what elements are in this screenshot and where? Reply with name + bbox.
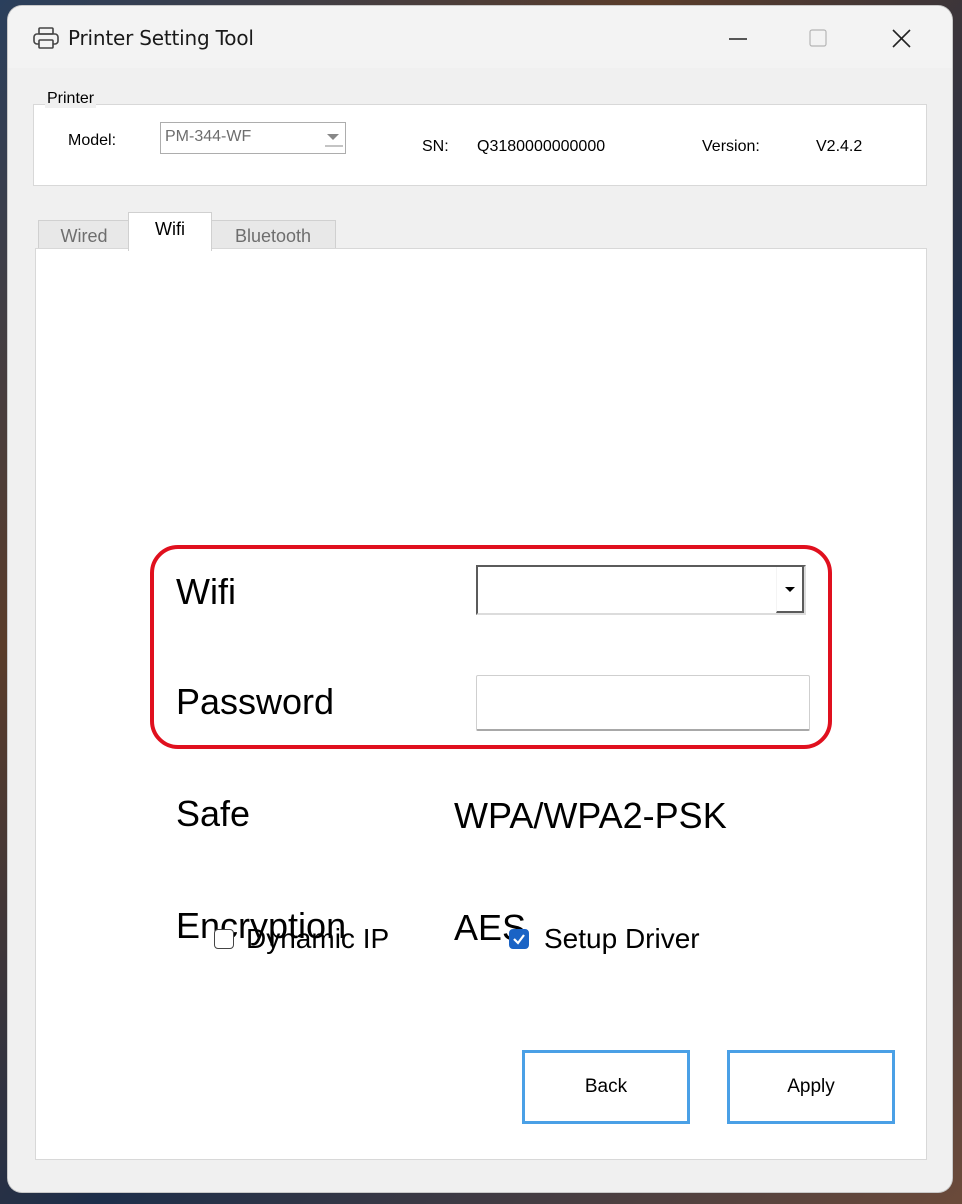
sn-label: SN: (422, 138, 449, 155)
maximize-button[interactable] (778, 6, 858, 68)
safe-value: WPA/WPA2-PSK (454, 795, 727, 836)
close-icon (892, 29, 911, 48)
printer-icon (32, 26, 60, 50)
tab-bluetooth[interactable]: Bluetooth (210, 220, 336, 251)
model-value: PM-344-WF (165, 128, 252, 145)
version-label: Version: (702, 138, 760, 155)
checkmark-icon (512, 933, 525, 945)
version-value: V2.4.2 (816, 138, 863, 155)
back-button[interactable]: Back (522, 1050, 690, 1124)
tab-wifi[interactable]: Wifi (128, 212, 212, 251)
title-bar[interactable]: Printer Setting Tool (8, 6, 952, 68)
printer-group-legend: Printer (45, 90, 97, 108)
chevron-down-icon (776, 567, 804, 613)
password-label: Password (176, 681, 335, 722)
tab-wired[interactable]: Wired (38, 220, 130, 251)
safe-label: Safe (176, 793, 251, 834)
printer-setting-window: Printer Setting Tool Printer Model: PM-3… (8, 6, 952, 1192)
apply-button[interactable]: Apply (727, 1050, 895, 1124)
model-label: Model: (68, 132, 117, 149)
maximize-icon (809, 29, 827, 47)
window-content: Printer Model: PM-344-WF SN: Q3180000000… (8, 68, 952, 1192)
minimize-button[interactable] (698, 6, 778, 68)
setup-driver-checkbox[interactable] (509, 929, 529, 949)
window-title: Printer Setting Tool (68, 26, 254, 50)
wifi-label: Wifi (176, 571, 236, 612)
wifi-select[interactable] (476, 565, 806, 615)
setup-driver-label: Setup Driver (544, 923, 700, 954)
sn-value: Q3180000000000 (477, 138, 606, 155)
dynamic-ip-label: Dynamic IP (246, 923, 390, 954)
wifi-tab-panel: Wifi Password Safe WPA/WPA2-PSK Encrypti… (35, 248, 927, 1160)
password-field[interactable] (476, 675, 810, 731)
dynamic-ip-checkbox[interactable] (214, 929, 234, 949)
close-button[interactable] (862, 6, 942, 68)
model-select[interactable]: PM-344-WF (160, 122, 346, 154)
chevron-down-icon (321, 123, 345, 153)
minimize-icon (729, 38, 747, 40)
